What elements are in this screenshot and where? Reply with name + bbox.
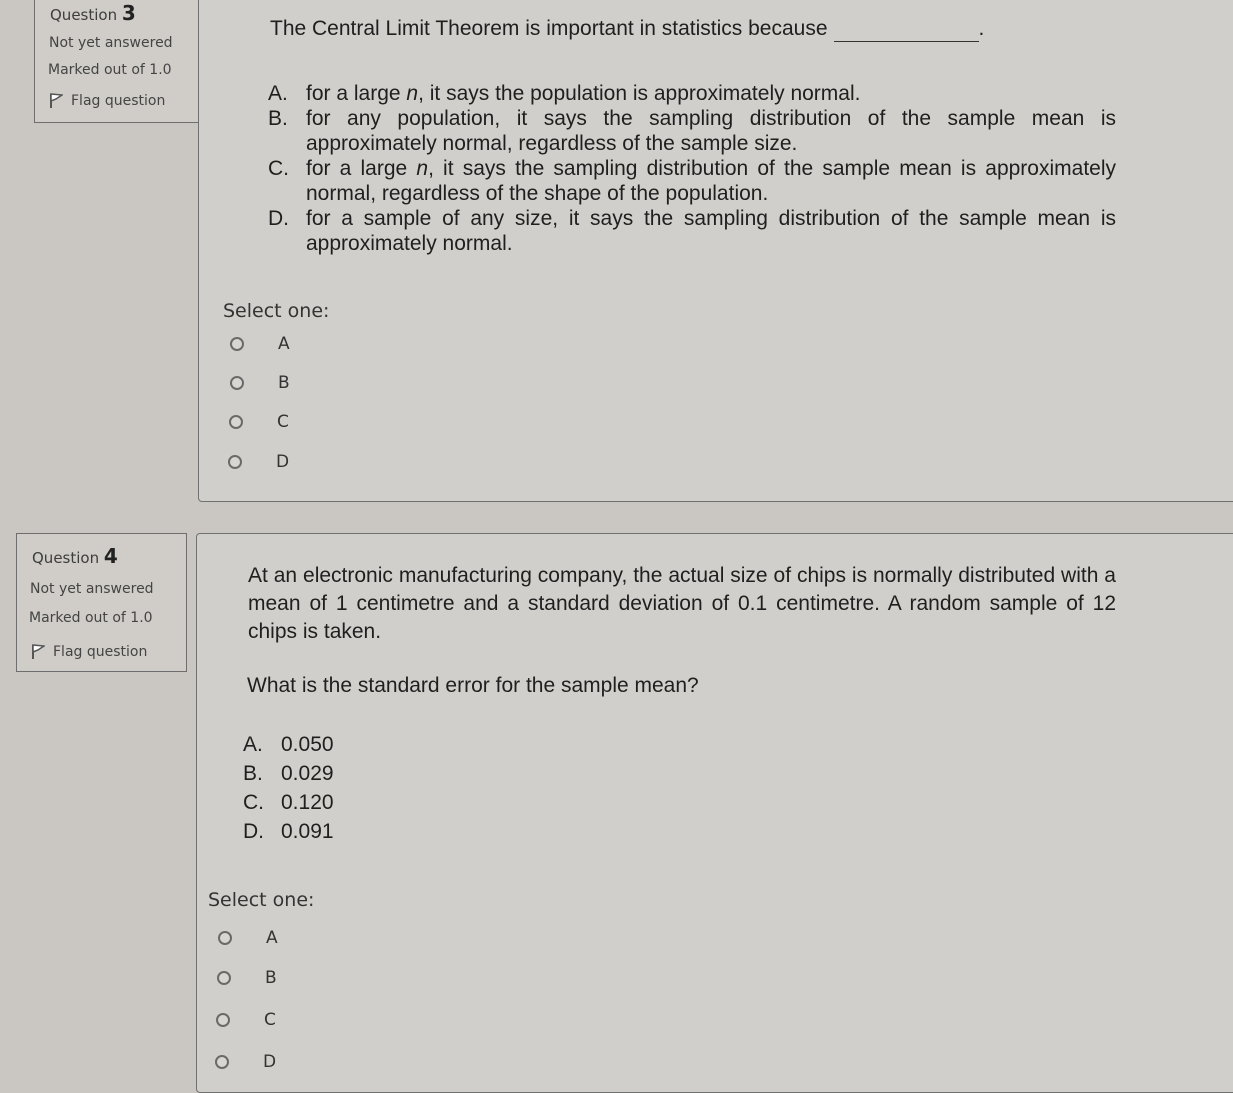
question-number: Question 3 — [50, 1, 136, 25]
choice-b: B. for any population, it says the sampli… — [268, 107, 1116, 155]
question-number: Question 4 — [32, 544, 118, 568]
question-status: Not yet answered — [30, 581, 154, 597]
option-b[interactable]: B — [217, 968, 277, 988]
radio-button[interactable] — [217, 971, 231, 985]
question-4-choices: A. 0.050 B. 0.029 C. 0.120 D. 0.091 — [243, 730, 543, 846]
question-marks: Marked out of 1.0 — [29, 610, 153, 626]
answer-blank — [833, 21, 979, 42]
variable-n: n — [406, 82, 419, 105]
variable-n: n — [416, 157, 429, 180]
radio-button[interactable] — [228, 455, 242, 469]
option-b[interactable]: B — [230, 373, 290, 393]
question-3-text: The Central Limit Theorem is important i… — [270, 17, 985, 42]
question-marks: Marked out of 1.0 — [48, 62, 172, 78]
radio-button[interactable] — [218, 931, 232, 945]
choice-d: D. for a sample of any size, it says the … — [268, 207, 1116, 255]
option-a[interactable]: A — [230, 334, 290, 354]
select-one-label: Select one: — [223, 300, 330, 322]
choice-c: C. for a large n, it says the sampling di… — [268, 157, 1116, 205]
radio-button[interactable] — [216, 1013, 230, 1027]
choice-a: A. for a large n, it says the population … — [268, 82, 861, 105]
option-d[interactable]: D — [215, 1052, 276, 1072]
question-3-choices: A. for a large n, it says the population … — [268, 81, 1116, 256]
flag-question-button[interactable]: Flag question — [49, 93, 165, 109]
radio-button[interactable] — [230, 337, 244, 351]
radio-button[interactable] — [229, 415, 243, 429]
question-3-info-panel: Question 3 Not yet answered Marked out o… — [34, 0, 200, 123]
choice-d: D. 0.091 — [243, 820, 334, 843]
question-status: Not yet answered — [49, 35, 173, 51]
choice-c: C. 0.120 — [243, 791, 334, 814]
select-one-label: Select one: — [208, 889, 315, 911]
radio-button[interactable] — [215, 1055, 229, 1069]
choice-b: B. 0.029 — [243, 762, 334, 785]
flag-icon — [50, 93, 63, 108]
option-c[interactable]: C — [229, 412, 289, 432]
flag-icon — [32, 644, 45, 659]
question-4-prompt: What is the standard error for the sampl… — [247, 674, 699, 697]
flag-question-button[interactable]: Flag question — [31, 644, 147, 660]
question-4-info-panel: Question 4 Not yet answered Marked out o… — [16, 533, 187, 672]
radio-button[interactable] — [230, 376, 244, 390]
question-4-text: At an electronic manufacturing company, … — [248, 564, 1116, 643]
option-d[interactable]: D — [228, 452, 289, 472]
choice-a: A. 0.050 — [243, 733, 334, 756]
option-c[interactable]: C — [216, 1010, 276, 1030]
option-a[interactable]: A — [218, 928, 278, 948]
